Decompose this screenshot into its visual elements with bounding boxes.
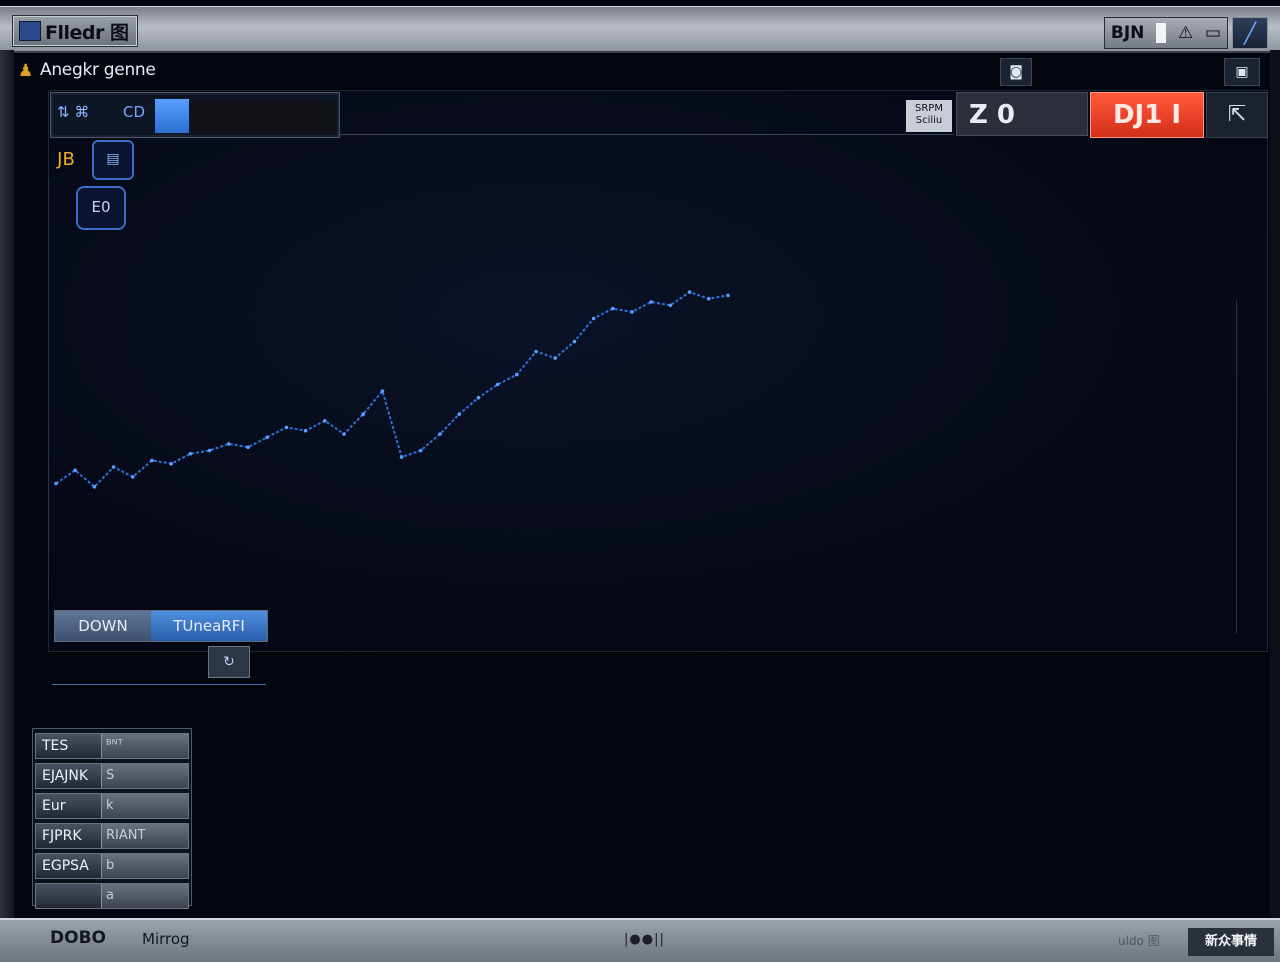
toolbar-divider <box>338 134 954 135</box>
list-item[interactable]: TES ᴮᴺᵀ <box>35 733 189 759</box>
list-item[interactable]: FJPRK RIANT <box>35 823 189 849</box>
window-controls[interactable]: BJN ⚠ ▭ <box>1104 17 1228 49</box>
data-point <box>399 455 404 459</box>
data-point <box>323 419 327 423</box>
data-point <box>361 412 366 417</box>
data-point <box>227 442 231 446</box>
list-item[interactable]: a <box>35 883 189 909</box>
list-item-value: a <box>102 884 188 908</box>
warning-icon[interactable]: ⚠ <box>1178 23 1193 43</box>
list-item-value: k <box>102 794 188 818</box>
data-point <box>726 293 730 298</box>
status-bar: DOBO Mirrog |●●|| uldo 图 新众事情 <box>0 918 1280 962</box>
list-item-key: FJPRK <box>36 824 102 848</box>
mini-status-bottom: Sciliu <box>915 115 943 126</box>
property-list: TES ᴮᴺᵀ EJAJNK S Eur k FJPRK RIANT EGPSA b a <box>32 728 192 909</box>
data-point <box>207 448 212 453</box>
minimize-icon[interactable] <box>1156 23 1167 43</box>
data-point <box>342 432 346 436</box>
data-point <box>419 448 423 453</box>
list-item-key <box>36 884 102 908</box>
restore-icon[interactable]: ▭ <box>1205 23 1221 43</box>
mini-status-button[interactable]: SRPM Sciliu <box>906 100 952 132</box>
pen-icon[interactable]: ╱ <box>1232 17 1268 49</box>
data-point <box>169 461 173 466</box>
toolbar-active-segment[interactable] <box>155 99 189 133</box>
data-point <box>73 468 77 473</box>
toolbar-tool-icons[interactable]: ⇅ ⌘ <box>57 103 89 121</box>
list-item-key: EGPSA <box>36 854 102 878</box>
list-item-value: RIANT <box>102 824 188 848</box>
alert-button[interactable]: DJ1 I <box>1090 92 1204 138</box>
app-logo-icon: ♟ <box>18 61 34 81</box>
list-item-value: b <box>102 854 188 878</box>
data-point <box>380 389 385 393</box>
data-point <box>515 372 519 377</box>
left-toolbar: ⇅ ⌘ CD <box>50 92 340 138</box>
data-point <box>303 428 308 433</box>
list-item[interactable]: Eur k <box>35 793 189 819</box>
window-title-box[interactable]: Flledr 图 <box>12 15 138 47</box>
list-item[interactable]: EJAJNK S <box>35 763 189 789</box>
share-icon[interactable]: ⇱ <box>1206 92 1268 138</box>
toolbar-input-field[interactable] <box>191 101 335 133</box>
camera-icon[interactable]: ◙ <box>1000 58 1032 86</box>
monitor-icon[interactable]: ▣ <box>1224 58 1260 86</box>
data-point <box>476 395 481 400</box>
data-point <box>150 458 154 463</box>
range-option-down[interactable]: DOWN <box>55 611 151 641</box>
window-frame-right <box>1270 50 1280 920</box>
data-point <box>591 316 596 321</box>
refresh-icon[interactable]: ↻ <box>208 646 250 678</box>
status-badge: 新众事情 <box>1188 928 1274 956</box>
data-point <box>649 300 653 304</box>
app-header: ♟ Anegkr genne ◙ ▣ <box>14 54 1270 90</box>
range-option-second[interactable]: TUneaRFI <box>151 611 267 641</box>
series-line <box>55 290 729 489</box>
data-point <box>438 432 442 436</box>
data-point <box>92 485 97 489</box>
status-mid: Mirrog <box>142 930 190 948</box>
list-item-key: TES <box>36 734 102 758</box>
toolbar-cd-button[interactable]: CD <box>123 103 145 121</box>
data-point <box>630 310 634 314</box>
status-right: uldo 图 <box>1118 934 1160 948</box>
data-point <box>131 475 135 479</box>
data-point <box>246 445 250 450</box>
data-point <box>572 339 577 344</box>
data-point <box>457 412 462 417</box>
status-indicators: |●●|| <box>624 932 665 947</box>
status-left: DOBO <box>50 928 106 948</box>
line-chart[interactable] <box>48 140 1266 640</box>
data-point <box>495 382 500 387</box>
app-window-icon <box>19 21 41 41</box>
data-point <box>707 296 711 301</box>
data-point <box>188 452 193 456</box>
list-item[interactable]: EGPSA b <box>35 853 189 879</box>
data-point <box>534 349 538 354</box>
window-controls-label[interactable]: BJN <box>1111 23 1145 43</box>
data-point <box>611 306 615 311</box>
window-title: Flledr 图 <box>45 21 129 44</box>
data-point <box>553 356 557 360</box>
data-point <box>54 481 58 486</box>
data-point <box>265 435 269 440</box>
list-item-key: EJAJNK <box>36 764 102 788</box>
list-item-key: Eur <box>36 794 102 818</box>
range-segmented-control: DOWN TUneaRFI <box>54 610 268 642</box>
range-underline <box>52 684 266 685</box>
app-title: Anegkr genne <box>40 60 156 80</box>
window-frame-left <box>0 50 14 920</box>
data-point <box>687 290 692 294</box>
list-item-value: ᴮᴺᵀ <box>102 734 188 758</box>
counter-display: Z 0 <box>956 92 1088 136</box>
data-point <box>668 303 673 308</box>
data-point <box>111 465 116 469</box>
list-item-value: S <box>102 764 188 788</box>
data-point <box>284 425 289 430</box>
mini-status-top: SRPM <box>915 103 943 114</box>
title-bar: Flledr 图 BJN ⚠ ▭ ╱ <box>0 6 1280 53</box>
